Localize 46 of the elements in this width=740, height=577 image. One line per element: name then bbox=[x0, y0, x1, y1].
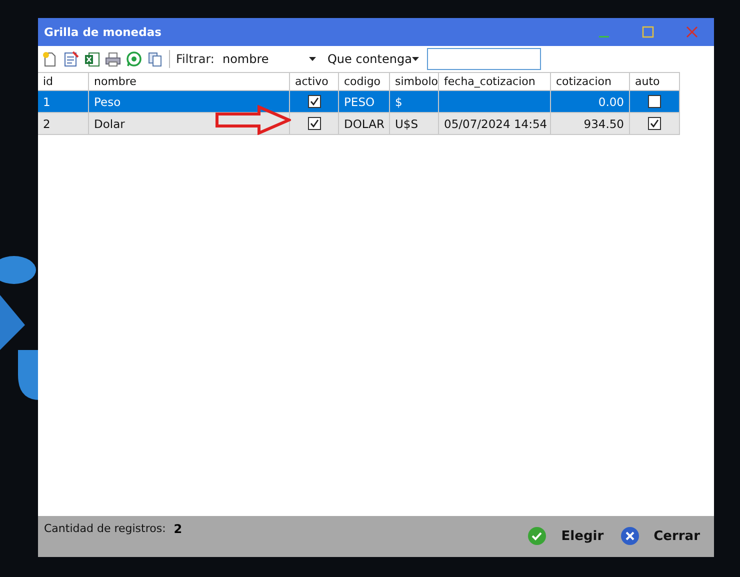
choose-button[interactable]: Elegir bbox=[523, 526, 608, 546]
arrow-icon bbox=[215, 105, 291, 135]
table-cell: 2 bbox=[38, 113, 89, 135]
close-button[interactable]: Cerrar bbox=[616, 526, 704, 546]
checkbox[interactable] bbox=[308, 95, 320, 108]
new-document-icon[interactable] bbox=[42, 50, 58, 66]
search-field[interactable] bbox=[427, 48, 542, 70]
filter-field-dropdown[interactable]: nombre bbox=[219, 48, 320, 68]
table-cell: 05/07/2024 14:54 bbox=[439, 113, 551, 135]
caret-icon bbox=[412, 56, 420, 60]
filter-label: Filtrar: bbox=[176, 52, 214, 66]
record-count-label: Cantidad de registros: bbox=[44, 522, 166, 535]
close-icon bbox=[620, 526, 640, 546]
checkbox[interactable] bbox=[308, 117, 320, 130]
table-row[interactable]: 2 Dolar DOLAR U$S 05/07/2024 14:54 934.50 bbox=[38, 113, 714, 135]
table-cell: Peso bbox=[89, 91, 290, 113]
table-cell: Dolar bbox=[89, 113, 290, 135]
maximize-icon[interactable] bbox=[642, 26, 654, 38]
column-header[interactable]: id bbox=[38, 72, 89, 91]
table-cell: 934.50 bbox=[551, 113, 630, 135]
column-header[interactable]: nombre bbox=[89, 72, 290, 91]
printer-icon[interactable] bbox=[105, 50, 121, 66]
filter-condition-dropdown[interactable]: Que contenga bbox=[324, 48, 422, 68]
table-cell: PESO bbox=[339, 91, 390, 113]
record-count: 2 bbox=[174, 522, 182, 536]
column-header[interactable]: simbolo bbox=[390, 72, 439, 91]
copy-icon[interactable] bbox=[147, 50, 163, 66]
table-cell: 1 bbox=[38, 91, 89, 113]
column-header[interactable]: fecha_cotizacion bbox=[439, 72, 551, 91]
checkbox[interactable] bbox=[648, 117, 661, 130]
checkbox[interactable] bbox=[648, 95, 661, 108]
table-cell: $ bbox=[390, 91, 439, 113]
checkmark-icon bbox=[527, 526, 548, 546]
column-header[interactable]: codigo bbox=[339, 72, 390, 91]
table-cell: DOLAR bbox=[339, 113, 390, 135]
table-row[interactable]: 1 Peso PESO $ 0.00 bbox=[38, 91, 714, 113]
window-title: Grilla de monedas bbox=[44, 25, 162, 39]
caret-icon bbox=[309, 56, 316, 60]
spreadsheet-icon[interactable] bbox=[84, 50, 100, 66]
table-cell: 0.00 bbox=[551, 91, 630, 113]
edit-document-icon[interactable] bbox=[63, 50, 79, 66]
table-cell: U$S bbox=[390, 113, 439, 135]
column-header[interactable]: cotizacion bbox=[551, 72, 630, 91]
column-header[interactable]: auto bbox=[630, 72, 680, 91]
column-header[interactable]: activo bbox=[290, 72, 339, 91]
chat-icon[interactable] bbox=[126, 50, 142, 66]
